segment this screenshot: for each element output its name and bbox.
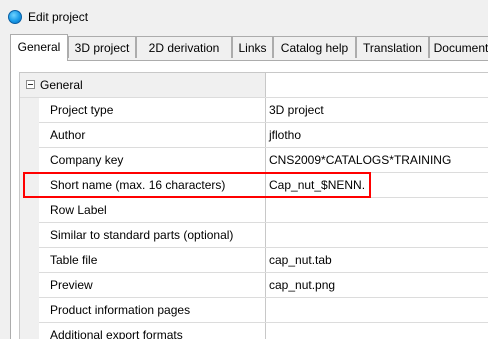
group-label: General [40, 78, 83, 92]
property-value[interactable] [265, 223, 488, 247]
property-name: Project type [50, 103, 114, 117]
property-name: Row Label [50, 203, 107, 217]
property-name: Preview [50, 278, 93, 292]
property-name: Table file [50, 253, 98, 267]
row-gutter [20, 223, 39, 248]
property-value[interactable] [265, 323, 488, 339]
property-row-similar-parts[interactable]: Similar to standard parts (optional) [20, 223, 488, 248]
property-name: Short name (max. 16 characters) [50, 178, 226, 192]
property-row-project-type[interactable]: Project type 3D project [20, 98, 488, 123]
row-gutter [20, 173, 39, 198]
tab-links[interactable]: Links [232, 36, 273, 58]
property-row-short-name[interactable]: Short name (max. 16 characters) Cap_nut_… [20, 173, 488, 198]
property-row-author[interactable]: Author jflotho [20, 123, 488, 148]
row-gutter [20, 273, 39, 298]
window-title: Edit project [28, 10, 89, 24]
property-value[interactable]: cap_nut.tab [265, 248, 488, 272]
tab-catalog-help[interactable]: Catalog help [273, 36, 356, 58]
property-name: Author [50, 128, 86, 142]
tab-translation[interactable]: Translation [356, 36, 429, 58]
property-name: Company key [50, 153, 124, 167]
property-value[interactable] [265, 298, 488, 322]
app-icon [8, 10, 22, 24]
property-name: Similar to standard parts (optional) [50, 228, 234, 242]
row-gutter [20, 148, 39, 173]
row-gutter [20, 323, 39, 339]
tab-2d-derivation[interactable]: 2D derivation [136, 36, 232, 58]
tab-general[interactable]: General [10, 34, 68, 61]
group-value-cell [265, 73, 488, 97]
property-value[interactable]: jflotho [265, 123, 488, 147]
tab-documents[interactable]: Documents [429, 36, 488, 58]
row-gutter [20, 248, 39, 273]
property-row-company-key[interactable]: Company key CNS2009*CATALOGS*TRAINING [20, 148, 488, 173]
property-value[interactable]: cap_nut.png [265, 273, 488, 297]
property-row-table-file[interactable]: Table file cap_nut.tab [20, 248, 488, 273]
row-gutter [20, 298, 39, 323]
row-gutter [20, 123, 39, 148]
property-row-row-label[interactable]: Row Label [20, 198, 488, 223]
property-name: Additional export formats [50, 328, 183, 339]
title-bar: Edit project [0, 0, 488, 34]
property-row-export-formats[interactable]: Additional export formats [20, 323, 488, 339]
row-gutter [20, 198, 39, 223]
tab-3d-project[interactable]: 3D project [68, 36, 136, 58]
property-value[interactable]: Cap_nut_$NENN. [265, 173, 488, 197]
property-name: Product information pages [50, 303, 191, 317]
property-row-preview[interactable]: Preview cap_nut.png [20, 273, 488, 298]
property-row-product-info[interactable]: Product information pages [20, 298, 488, 323]
collapse-icon[interactable] [26, 80, 35, 89]
group-row-general[interactable]: General [20, 73, 488, 98]
property-value[interactable]: CNS2009*CATALOGS*TRAINING [265, 148, 488, 172]
tab-strip: General 3D project 2D derivation Links C… [10, 34, 488, 61]
row-gutter [20, 98, 39, 123]
property-value[interactable] [265, 198, 488, 222]
property-value[interactable]: 3D project [265, 98, 488, 122]
property-grid: General Project type 3D project Author j… [19, 72, 488, 339]
